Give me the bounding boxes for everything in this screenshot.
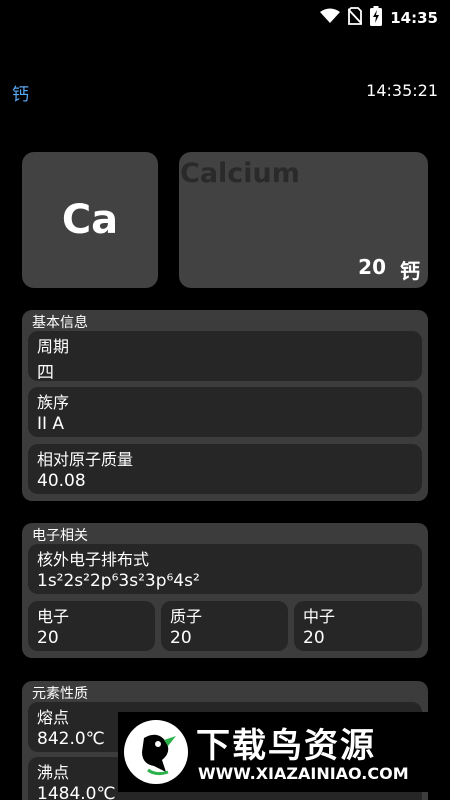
atomic-mass-card: 相对原子质量 40.08 [28,444,422,494]
status-bar: 14:35 [0,0,450,32]
card-value: 20 [170,628,192,648]
wifi-icon [320,8,341,28]
element-name-en: Calcium [180,158,300,189]
card-label: 质子 [170,607,203,626]
card-label: 电子 [37,607,70,626]
card-value: 四 [37,363,54,383]
watermark-url: WWW.XIAZAINIAO.COM [198,764,409,783]
proton-count-card: 质子 20 [161,601,288,651]
period-card: 周期 四 [28,331,422,383]
card-label: 核外电子排布式 [37,550,150,569]
atomic-number: 20 [358,255,386,279]
card-label: 熔点 [37,708,70,727]
element-name-cn: 钙 [400,259,420,283]
card-label: 沸点 [37,763,70,782]
group-card: 族序 II A [28,387,422,437]
element-name-footer: 20 钙 [358,255,420,284]
card-label: 周期 [37,337,70,356]
card-label: 族序 [37,393,70,412]
electron-section: 电子相关 核外电子排布式 1s²2s²2p⁶3s²3p⁶4s² 电子 20 质子… [22,523,428,658]
header-title[interactable]: 钙 [12,80,29,105]
electron-config-value: 1s²2s²2p⁶3s²3p⁶4s² [37,571,200,591]
app-header: 钙 14:35:21 [0,80,450,105]
card-value: 1484.0℃ [37,784,116,800]
card-value: II A [37,414,65,434]
status-time: 14:35 [390,9,438,27]
watermark-title: 下载鸟资源 [196,726,376,766]
status-icons: 14:35 [320,6,438,30]
section-title: 元素性质 [32,686,88,702]
basic-info-section: 基本信息 周期 四 族序 II A 相对原子质量 40.08 [22,310,428,501]
card-value: 842.0℃ [37,729,105,749]
header-clock: 14:35:21 [366,81,438,100]
card-value: 1s²2s²2p⁶3s²3p⁶4s² [37,571,200,591]
card-value: 20 [37,628,59,648]
card-value: 40.08 [37,471,86,491]
electron-config-card: 核外电子排布式 1s²2s²2p⁶3s²3p⁶4s² [28,544,422,594]
bird-logo-icon [124,720,188,784]
watermark: 下载鸟资源 WWW.XIAZAINIAO.COM [118,712,432,792]
no-sim-icon [347,7,363,29]
element-symbol: Ca [61,197,119,243]
section-title: 基本信息 [32,315,88,331]
section-title: 电子相关 [32,528,88,544]
battery-charging-icon [370,6,383,30]
card-label: 相对原子质量 [37,450,134,469]
element-symbol-tile: Ca [22,152,158,288]
element-name-tile: Calcium 20 钙 [179,152,428,288]
electron-count-card: 电子 20 [28,601,155,651]
neutron-count-card: 中子 20 [294,601,422,651]
card-label: 中子 [303,607,336,626]
card-value: 20 [303,628,325,648]
